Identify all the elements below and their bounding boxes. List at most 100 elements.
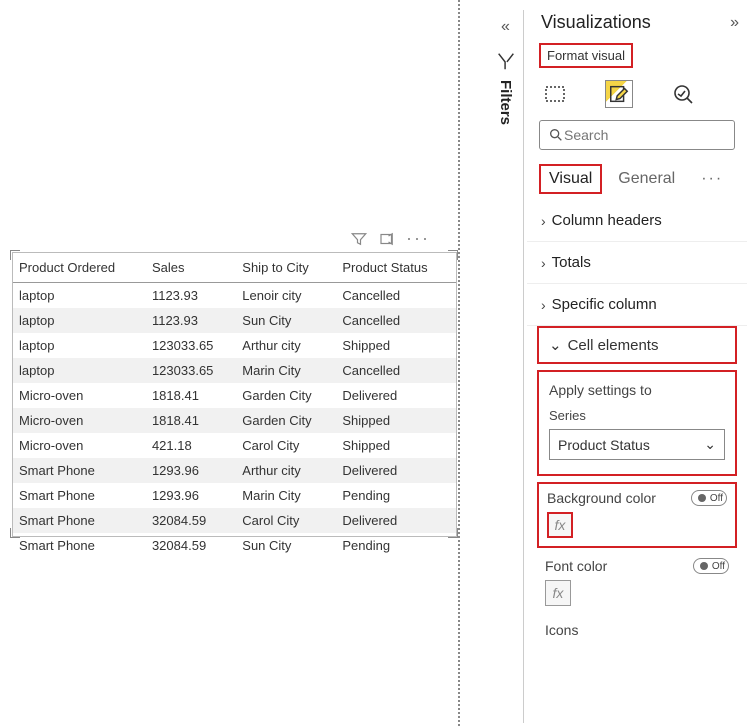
series-dropdown[interactable]: Product Status ⌄	[549, 429, 725, 460]
table-cell: Carol City	[236, 508, 336, 533]
table-cell: Cancelled	[336, 358, 456, 383]
report-canvas[interactable]: ··· Product Ordered Sales Ship to City P…	[0, 0, 460, 726]
column-header[interactable]: Product Ordered	[13, 253, 146, 283]
search-input[interactable]	[564, 127, 745, 143]
table-cell: 1123.93	[146, 283, 236, 309]
search-icon	[548, 127, 564, 143]
table-row[interactable]: Smart Phone1293.96Marin CityPending	[13, 483, 456, 508]
table-cell: Cancelled	[336, 308, 456, 333]
tab-visual[interactable]: Visual	[539, 164, 602, 194]
apply-settings-group: Apply settings to Series Product Status …	[537, 370, 737, 476]
search-box[interactable]	[539, 120, 735, 150]
background-color-group: Background color Off fx	[537, 482, 737, 548]
table-row[interactable]: laptop1123.93Sun CityCancelled	[13, 308, 456, 333]
background-color-fx-button[interactable]: fx	[547, 512, 573, 538]
table-row[interactable]: Micro-oven1818.41Garden CityShipped	[13, 408, 456, 433]
table-row[interactable]: Micro-oven1818.41Garden CityDelivered	[13, 383, 456, 408]
table-row[interactable]: Smart Phone32084.59Sun CityPending	[13, 533, 456, 558]
column-header[interactable]: Product Status	[336, 253, 456, 283]
table-row[interactable]: laptop123033.65Marin CityCancelled	[13, 358, 456, 383]
build-visual-icon[interactable]	[541, 80, 569, 108]
visualizations-panel: Visualizations » Format visual Visual Ge…	[527, 0, 747, 726]
table-cell: Pending	[336, 483, 456, 508]
table-cell: Sun City	[236, 308, 336, 333]
table-cell: Smart Phone	[13, 533, 146, 558]
filters-label: Filters	[497, 80, 514, 125]
table-cell: Marin City	[236, 483, 336, 508]
series-label: Series	[549, 408, 725, 423]
table-cell: laptop	[13, 333, 146, 358]
chevron-right-icon: ›	[541, 213, 546, 229]
section-specific-column[interactable]: › Specific column	[527, 284, 747, 326]
table-cell: 32084.59	[146, 533, 236, 558]
chevron-down-icon: ⌄	[704, 436, 716, 453]
table-cell: Smart Phone	[13, 483, 146, 508]
column-header[interactable]: Ship to City	[236, 253, 336, 283]
apply-settings-title: Apply settings to	[549, 382, 725, 398]
more-options-icon[interactable]: ···	[406, 228, 430, 249]
table-cell: Sun City	[236, 533, 336, 558]
section-totals[interactable]: › Totals	[527, 242, 747, 284]
section-column-headers[interactable]: › Column headers	[527, 200, 747, 242]
table-cell: laptop	[13, 358, 146, 383]
table-cell: laptop	[13, 308, 146, 333]
table-cell: Shipped	[336, 433, 456, 458]
expand-filters-icon[interactable]: «	[501, 18, 510, 36]
section-label: Totals	[552, 254, 591, 271]
collapse-panel-icon[interactable]: »	[730, 14, 739, 32]
table-cell: Delivered	[336, 508, 456, 533]
table-cell: 1293.96	[146, 458, 236, 483]
table-header-row: Product Ordered Sales Ship to City Produ…	[13, 253, 456, 283]
format-visual-icon[interactable]	[605, 80, 633, 108]
table-cell: Pending	[336, 533, 456, 558]
table-cell: 421.18	[146, 433, 236, 458]
column-header[interactable]: Sales	[146, 253, 236, 283]
table-cell: Smart Phone	[13, 508, 146, 533]
table-cell: Shipped	[336, 333, 456, 358]
background-color-label: Background color	[547, 490, 656, 506]
table-visual[interactable]: Product Ordered Sales Ship to City Produ…	[12, 252, 457, 537]
table-cell: Garden City	[236, 383, 336, 408]
table-cell: Arthur city	[236, 333, 336, 358]
table-row[interactable]: Micro-oven421.18Carol CityShipped	[13, 433, 456, 458]
format-visual-label: Format visual	[539, 43, 633, 68]
table-row[interactable]: laptop1123.93Lenoir cityCancelled	[13, 283, 456, 309]
table-cell: Shipped	[336, 408, 456, 433]
font-color-toggle[interactable]: Off	[693, 558, 729, 574]
filter-icon[interactable]	[350, 230, 368, 248]
section-cell-elements[interactable]: ⌄ Cell elements	[539, 328, 735, 362]
table-cell: 1123.93	[146, 308, 236, 333]
table-cell: Cancelled	[336, 283, 456, 309]
table-cell: Micro-oven	[13, 433, 146, 458]
icons-label: Icons	[545, 622, 578, 638]
chevron-right-icon: ›	[541, 255, 546, 271]
format-mode-tabs	[527, 72, 747, 112]
table-row[interactable]: laptop123033.65Arthur cityShipped	[13, 333, 456, 358]
font-color-group: Font color Off fx	[537, 554, 737, 612]
table-cell: 32084.59	[146, 508, 236, 533]
table-cell: 123033.65	[146, 358, 236, 383]
analytics-icon[interactable]	[669, 80, 697, 108]
table-cell: Micro-oven	[13, 383, 146, 408]
filters-icon[interactable]	[495, 50, 517, 72]
font-color-fx-button[interactable]: fx	[545, 580, 571, 606]
table-cell: Delivered	[336, 458, 456, 483]
tab-more-icon[interactable]: ···	[701, 170, 723, 188]
background-color-toggle[interactable]: Off	[691, 490, 727, 506]
table-cell: Smart Phone	[13, 458, 146, 483]
table-cell: 1818.41	[146, 408, 236, 433]
table-row[interactable]: Smart Phone1293.96Arthur cityDelivered	[13, 458, 456, 483]
section-label: Cell elements	[568, 337, 659, 354]
series-value: Product Status	[558, 437, 650, 453]
chevron-right-icon: ›	[541, 297, 546, 313]
table-cell: laptop	[13, 283, 146, 309]
section-label: Column headers	[552, 212, 662, 229]
focus-mode-icon[interactable]	[378, 230, 396, 248]
tab-general[interactable]: General	[618, 170, 675, 188]
table-row[interactable]: Smart Phone32084.59Carol CityDelivered	[13, 508, 456, 533]
table-cell: Carol City	[236, 433, 336, 458]
chevron-down-icon: ⌄	[549, 336, 562, 354]
section-label: Specific column	[552, 296, 657, 313]
data-table: Product Ordered Sales Ship to City Produ…	[13, 253, 456, 558]
table-cell: Delivered	[336, 383, 456, 408]
